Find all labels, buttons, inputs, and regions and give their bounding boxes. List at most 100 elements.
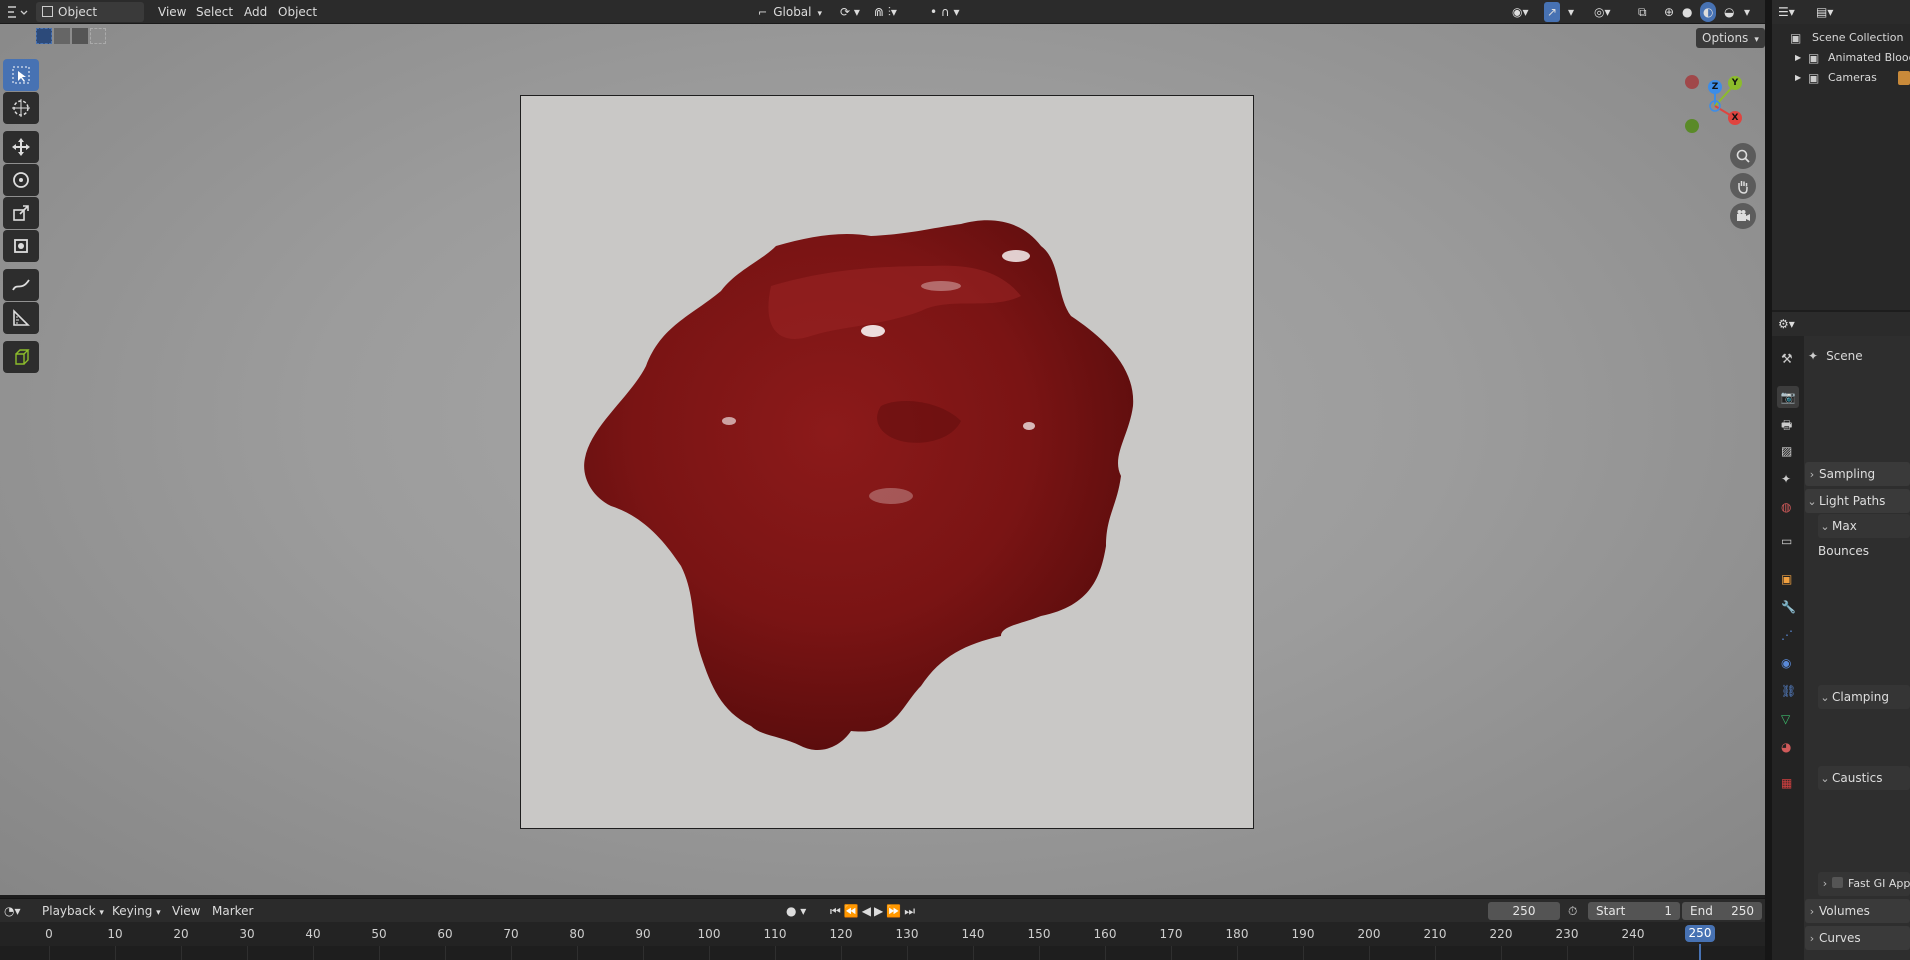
select-new-icon[interactable] xyxy=(36,28,52,44)
view-layer-tab-icon[interactable]: ▨ xyxy=(1781,444,1797,460)
gizmo-toggle-icon[interactable]: ↗ xyxy=(1544,2,1561,22)
menu-select[interactable]: Select xyxy=(190,2,239,22)
particles-tab-icon[interactable]: ⋰ xyxy=(1781,628,1797,644)
jump-keyframe-back-icon[interactable]: ⏪ xyxy=(844,904,862,918)
output-tab-icon[interactable]: 🖶 xyxy=(1781,416,1797,432)
menu-keying[interactable]: Keying ▾ xyxy=(106,901,167,921)
measure-tool[interactable] xyxy=(3,302,39,334)
xray-icon[interactable]: ⧉ xyxy=(1638,2,1647,22)
physics-tab-icon[interactable]: ◉ xyxy=(1781,656,1797,672)
menu-playback[interactable]: Playback ▾ xyxy=(36,901,110,921)
object-tab-icon[interactable]: ▣ xyxy=(1781,572,1797,588)
solid-shading-icon[interactable]: ● xyxy=(1682,2,1692,22)
menu-timeline-view[interactable]: View xyxy=(166,901,206,921)
disclosure-triangle-icon[interactable]: ▶ xyxy=(1795,68,1801,88)
timeline-tick xyxy=(907,946,908,960)
viewport-header: Object Mode▾ View Select Add Object ⌐ Glo… xyxy=(0,0,1765,39)
menu-marker[interactable]: Marker xyxy=(206,901,259,921)
disclosure-triangle-icon[interactable]: ▶ xyxy=(1795,48,1801,68)
rotate-tool[interactable] xyxy=(3,164,39,196)
pivot-point-icon[interactable]: ⟳ ▾ xyxy=(840,2,860,22)
menu-add[interactable]: Add xyxy=(238,2,273,22)
editor-type-button[interactable] xyxy=(4,2,30,22)
collection-tab-icon[interactable]: ▭ xyxy=(1781,534,1797,550)
playhead[interactable]: 250 xyxy=(1685,925,1715,942)
navigation-gizmo[interactable]: Z Y X xyxy=(1680,64,1750,144)
shading-dropdown-icon[interactable]: ▾ xyxy=(1744,2,1750,22)
subpanel-max-bounces[interactable]: ⌄ Max Bounces xyxy=(1818,514,1910,558)
render-tab-icon[interactable]: 📷 xyxy=(1777,386,1799,408)
subpanel-fast-gi[interactable]: › Fast GI Approximation xyxy=(1818,872,1910,896)
display-mode-icon[interactable]: ▤▾ xyxy=(1816,2,1833,22)
subpanel-caustics[interactable]: ⌄ Caustics xyxy=(1818,766,1910,790)
play-reverse-icon[interactable]: ◀ xyxy=(862,904,874,918)
proportional-edit-icon[interactable]: • ∩ ▾ xyxy=(930,2,960,22)
auto-keying-icon[interactable]: ● ▾ xyxy=(786,901,806,921)
3d-viewport[interactable]: Z Y X xyxy=(0,24,1765,895)
material-tab-icon[interactable]: ◕ xyxy=(1781,740,1797,756)
properties-editor-type-icon[interactable]: ⚙▾ xyxy=(1778,314,1795,334)
current-frame-field[interactable]: 250 xyxy=(1488,902,1560,920)
add-cube-tool[interactable] xyxy=(3,341,39,373)
jump-keyframe-forward-icon[interactable]: ⏩ xyxy=(886,904,904,918)
mesh-data-tab-icon[interactable]: ▽ xyxy=(1781,712,1797,728)
end-frame-field[interactable]: End 250 xyxy=(1682,902,1762,920)
fast-gi-checkbox[interactable] xyxy=(1832,877,1843,888)
modifier-tab-icon[interactable]: 🔧 xyxy=(1781,600,1797,616)
panel-curves[interactable]: › Curves xyxy=(1805,926,1910,950)
timeline-tick-label: 0 xyxy=(45,927,53,941)
timeline-tick-label: 230 xyxy=(1555,927,1579,941)
select-box-tool[interactable] xyxy=(3,59,39,91)
mode-dropdown[interactable]: Object Mode▾ xyxy=(36,2,144,39)
timeline-tick xyxy=(313,946,314,960)
zoom-icon[interactable] xyxy=(1730,143,1756,169)
subpanel-clamping[interactable]: ⌄ Clamping xyxy=(1818,685,1910,709)
gizmo-x-axis[interactable]: X xyxy=(1728,111,1742,125)
scale-tool[interactable] xyxy=(3,197,39,229)
wireframe-shading-icon[interactable]: ⊕ xyxy=(1664,2,1674,22)
gizmo-dropdown-icon[interactable]: ▾ xyxy=(1568,2,1574,22)
menu-object[interactable]: Object xyxy=(272,2,323,22)
panel-volumes[interactable]: › Volumes xyxy=(1805,899,1910,923)
gizmo-y-axis[interactable]: Y xyxy=(1728,76,1742,90)
jump-start-icon[interactable]: ⏮ xyxy=(830,904,844,918)
timeline-editor-type-icon[interactable]: ◔▾ xyxy=(4,901,21,921)
stopwatch-icon[interactable]: ⏱ xyxy=(1568,901,1577,921)
transform-tool[interactable] xyxy=(3,230,39,262)
gizmo-z-axis[interactable]: Z xyxy=(1708,80,1722,94)
timeline-ruler[interactable]: 250 0 10 20 30 40 50 60 70 80 90 100 110 120 130 140 15… xyxy=(0,922,1765,960)
snap-icon[interactable]: ⋒ ⫶▾ xyxy=(874,2,897,22)
select-subtract-icon[interactable] xyxy=(72,28,88,44)
material-shading-icon[interactable]: ◐ xyxy=(1700,2,1717,22)
menu-view[interactable]: View xyxy=(152,2,192,22)
constraints-tab-icon[interactable]: ⛓ xyxy=(1781,684,1797,700)
camera-view-icon[interactable] xyxy=(1730,203,1756,229)
world-tab-icon[interactable]: ◍ xyxy=(1781,500,1797,516)
rendered-shading-icon[interactable]: ◒ xyxy=(1724,2,1734,22)
scene-tab-icon[interactable]: ✦ xyxy=(1781,472,1797,488)
select-intersect-icon[interactable] xyxy=(90,28,106,44)
jump-end-icon[interactable]: ⏭ xyxy=(904,904,918,918)
outliner-item-animated-blood[interactable]: ▶ ▣ Animated Blood xyxy=(1772,48,1910,68)
visibility-icon[interactable]: ◉▾ xyxy=(1512,2,1529,22)
tool-tab-icon[interactable]: ⚒ xyxy=(1781,352,1797,368)
move-tool[interactable] xyxy=(3,131,39,163)
cursor-tool[interactable] xyxy=(3,92,39,124)
object-mode-icon xyxy=(42,6,53,17)
outliner-item-cameras[interactable]: ▶ ▣ Cameras xyxy=(1772,68,1910,88)
transform-orientation-dropdown[interactable]: ⌐ Global ▾ xyxy=(752,2,832,22)
annotate-tool[interactable] xyxy=(3,269,39,301)
start-frame-field[interactable]: Start 1 xyxy=(1588,902,1680,920)
play-icon[interactable]: ▶ xyxy=(874,904,886,918)
timeline-tick xyxy=(115,946,116,960)
panel-light-paths[interactable]: ⌄ Light Paths xyxy=(1805,489,1910,513)
overlays-icon[interactable]: ◎▾ xyxy=(1594,2,1611,22)
texture-tab-icon[interactable]: ▦ xyxy=(1781,776,1797,792)
panel-sampling[interactable]: › Sampling xyxy=(1805,462,1910,486)
timeline-tick-label: 10 xyxy=(107,927,123,941)
pan-hand-icon[interactable] xyxy=(1730,173,1756,199)
options-dropdown[interactable]: Options ▾ xyxy=(1696,28,1765,48)
outliner-editor-type-icon[interactable]: ☰▾ xyxy=(1778,2,1795,22)
scene-collection-row[interactable]: ▣ Scene Collection xyxy=(1772,28,1910,48)
select-extend-icon[interactable] xyxy=(54,28,70,44)
